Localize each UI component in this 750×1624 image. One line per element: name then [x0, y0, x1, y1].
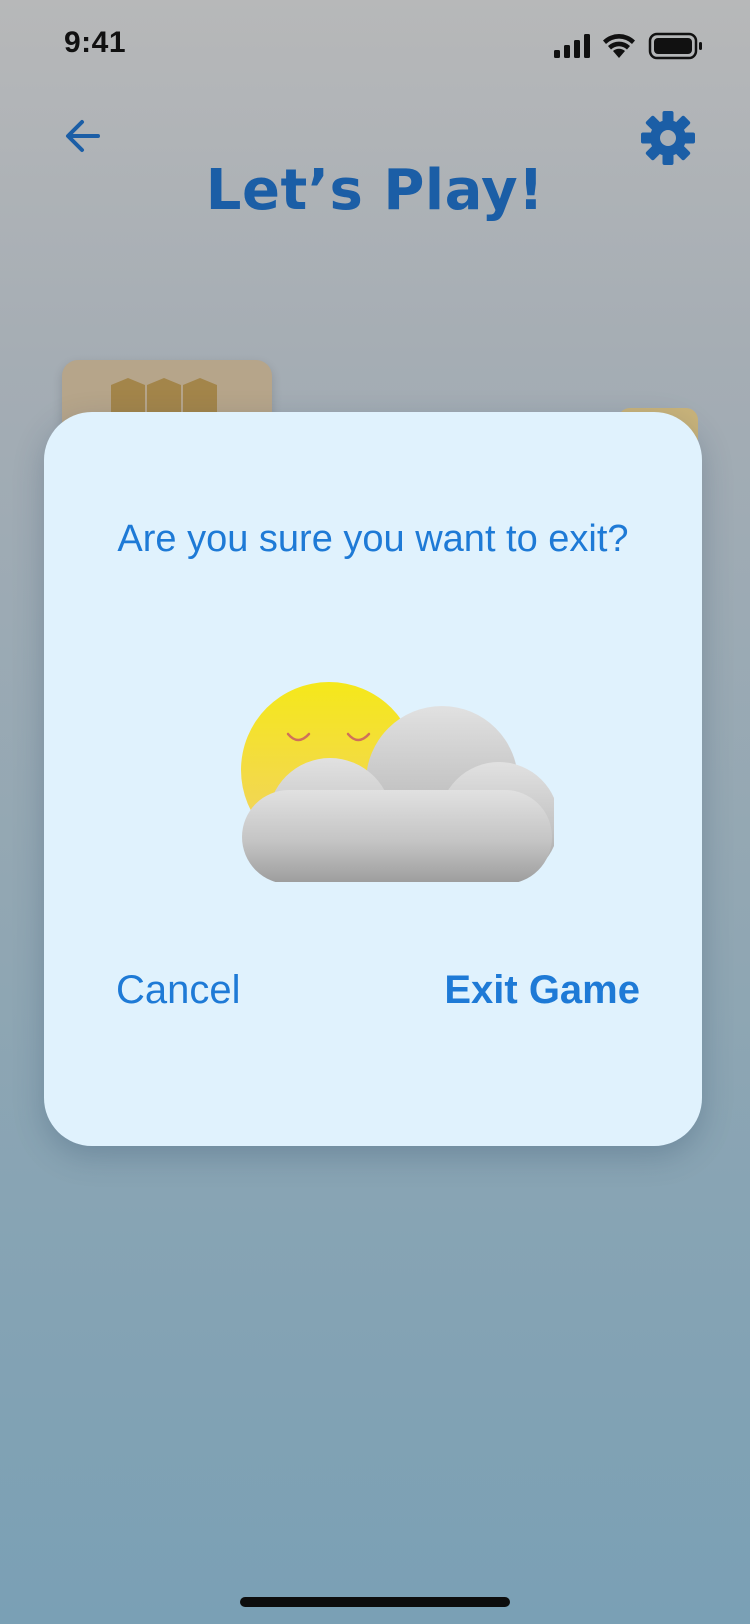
dialog-message: Are you sure you want to exit? [117, 518, 629, 560]
sleepy-sun-cloud-illustration [241, 682, 554, 882]
page-title: Let’s Play! [205, 158, 545, 223]
exit-dialog: Are you sure you want to exit? Cancel Ex… [44, 412, 702, 1146]
game-screen: 9:41 Let’s Play! Are you sure you want t… [0, 0, 750, 1624]
exit-game-button[interactable]: Exit Game [444, 968, 640, 1013]
home-indicator [240, 1597, 510, 1607]
status-time: 9:41 [64, 26, 127, 59]
battery-icon [648, 32, 702, 60]
arrow-left-icon [66, 120, 100, 152]
signal-icon [554, 34, 590, 58]
status-icons [554, 32, 702, 60]
wifi-icon [603, 34, 635, 58]
back-button[interactable] [62, 112, 110, 160]
gear-icon [641, 111, 695, 165]
cancel-button[interactable]: Cancel [116, 968, 241, 1013]
